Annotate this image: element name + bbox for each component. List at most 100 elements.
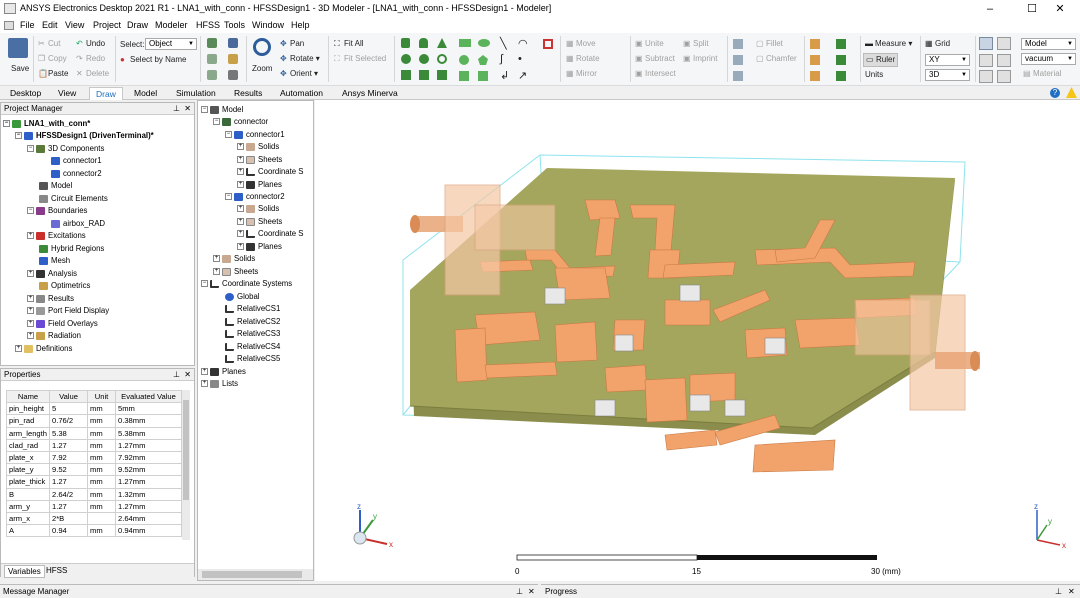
tree-item-solids[interactable]: + Solids xyxy=(213,253,255,265)
property-cell[interactable]: 5.38mm xyxy=(115,426,182,440)
property-cell[interactable]: plate_x xyxy=(6,450,50,465)
tree-item-relativecs1[interactable]: RelativeCS1 xyxy=(225,303,280,315)
unite-button[interactable]: ▣ Unite xyxy=(635,39,664,49)
tab-simulation[interactable]: Simulation xyxy=(170,87,222,100)
save-button[interactable]: Save xyxy=(11,64,29,73)
redo-button[interactable]: ↷ Redo xyxy=(76,54,105,64)
view-iso-icon[interactable] xyxy=(979,70,993,83)
tab-desktop[interactable]: Desktop xyxy=(4,87,47,100)
property-cell[interactable]: A xyxy=(6,524,50,538)
property-cell[interactable]: 7.92mm xyxy=(115,450,182,465)
menu-edit[interactable]: Edit xyxy=(42,20,58,30)
tree-item-boundaries[interactable]: − Boundaries xyxy=(27,205,87,217)
property-cell[interactable]: pin_rad xyxy=(6,414,50,428)
view-top-icon[interactable] xyxy=(997,37,1011,50)
property-cell[interactable]: 0.38mm xyxy=(115,414,182,428)
model-tree-hscrollbar[interactable] xyxy=(198,569,313,580)
menu-tools[interactable]: Tools xyxy=(224,20,245,30)
tree-item-definitions[interactable]: + Definitions xyxy=(15,343,72,355)
3d-model-canvas[interactable]: z x y z x y 0 15 30 (mm) xyxy=(315,100,1080,581)
property-row[interactable]: B 2.64/2 mm 1.32mm xyxy=(6,487,182,501)
grid-plane-combo[interactable]: XY ▼ xyxy=(925,54,970,66)
property-cell[interactable]: 1.27 xyxy=(49,438,88,452)
camera-icon[interactable] xyxy=(228,70,238,80)
property-cell[interactable]: 1.27mm xyxy=(115,438,182,452)
tree-item-coordinate-systems[interactable]: + Coordinate S xyxy=(237,166,304,178)
rectangle-icon[interactable] xyxy=(459,39,471,47)
help-icon[interactable]: ? xyxy=(1050,88,1060,98)
torus-icon[interactable] xyxy=(419,54,429,64)
property-cell[interactable]: arm_x xyxy=(6,511,50,526)
spiral-icon[interactable] xyxy=(437,70,447,80)
property-row[interactable]: plate_thick 1.27 mm 1.27mm xyxy=(6,475,182,489)
property-row[interactable]: A 0.94 mm 0.94mm xyxy=(6,524,182,538)
tree-item-port-field-display[interactable]: + Port Field Display xyxy=(27,305,109,317)
measure-button[interactable]: ▬ Measure ▾ xyxy=(865,39,912,49)
tree-item-project[interactable]: − LNA1_with_conn* xyxy=(3,118,90,130)
property-cell[interactable]: 1.27mm xyxy=(115,499,182,513)
tree-item-coordinate-systems[interactable]: + Coordinate S xyxy=(237,228,304,240)
orient-button[interactable]: ✥ Orient ▾ xyxy=(280,69,318,79)
tab-hfss[interactable]: HFSS xyxy=(43,565,70,576)
property-row[interactable]: arm_y 1.27 mm 1.27mm xyxy=(6,499,182,513)
property-cell[interactable]: 1.27mm xyxy=(115,475,182,489)
tab-results[interactable]: Results xyxy=(228,87,268,100)
plane-icon[interactable]: ↗ xyxy=(518,69,527,82)
paste-button[interactable]: 📋Paste xyxy=(38,69,68,79)
polyline-icon[interactable]: ↲ xyxy=(500,69,509,82)
view-tool-icon[interactable] xyxy=(228,38,238,48)
tree-item-radiation[interactable]: + Radiation xyxy=(27,330,81,342)
property-cell[interactable]: mm xyxy=(87,402,116,416)
point-icon[interactable]: • xyxy=(518,53,522,65)
property-cell[interactable]: 0.94 xyxy=(49,524,88,538)
tree-item-mesh[interactable]: Mesh xyxy=(39,255,70,267)
split-button[interactable]: ▣ Split xyxy=(683,39,709,49)
tree-item-planes-root[interactable]: + Planes xyxy=(201,366,246,378)
menu-draw[interactable]: Draw xyxy=(127,20,148,30)
tree-item-connector1[interactable]: connector1 xyxy=(51,155,102,167)
model-combo[interactable]: Model ▼ xyxy=(1021,38,1076,50)
tree-item-lists[interactable]: + Lists xyxy=(201,378,238,390)
menu-modeler[interactable]: Modeler xyxy=(155,20,188,30)
tree-item-relativecs3[interactable]: RelativeCS3 xyxy=(225,328,280,340)
menu-window[interactable]: Window xyxy=(252,20,284,30)
property-cell[interactable]: mm xyxy=(87,487,116,501)
property-cell[interactable]: arm_length xyxy=(6,426,50,440)
cs-list-icon[interactable] xyxy=(836,71,846,81)
tree-item-planes[interactable]: + Planes xyxy=(237,241,282,253)
view-side-icon[interactable] xyxy=(997,54,1011,67)
select-by-name-button[interactable]: ● Select by Name xyxy=(120,55,186,65)
menu-help[interactable]: Help xyxy=(291,20,310,30)
property-cell[interactable]: 9.52 xyxy=(49,463,88,477)
property-cell[interactable]: plate_thick xyxy=(6,475,50,489)
lamp-icon[interactable] xyxy=(228,54,238,64)
pin-icon[interactable]: ⊥ xyxy=(1055,587,1062,596)
property-row[interactable]: pin_rad 0.76/2 mm 0.38mm xyxy=(6,414,182,428)
fit-all-button[interactable]: ⛶ Fit All xyxy=(334,39,364,49)
property-cell[interactable]: 1.32mm xyxy=(115,487,182,501)
view-back-icon[interactable] xyxy=(997,70,1011,83)
pan-button[interactable]: ✥ Pan xyxy=(280,39,304,49)
3d-viewport[interactable]: z x y z x y 0 15 30 (mm) xyxy=(315,100,1080,581)
menu-file[interactable]: File xyxy=(20,20,35,30)
tree-item-optimetrics[interactable]: Optimetrics xyxy=(39,280,90,292)
close-icon[interactable]: ✕ xyxy=(184,370,191,379)
helix-icon[interactable] xyxy=(437,54,447,64)
properties-scrollbar[interactable] xyxy=(182,390,190,540)
tree-item-sheets[interactable]: + Sheets xyxy=(237,154,282,166)
equation-surface-icon[interactable] xyxy=(478,71,488,81)
sphere-icon[interactable] xyxy=(401,54,411,64)
cone-icon[interactable] xyxy=(437,38,447,48)
property-cell[interactable]: 2.64/2 xyxy=(49,487,88,501)
tab-ansys-minerva[interactable]: Ansys Minerva xyxy=(336,87,404,100)
sweep-icon[interactable] xyxy=(733,39,743,49)
line-icon[interactable]: ╲ xyxy=(500,37,507,50)
tree-item-planes[interactable]: + Planes xyxy=(237,179,282,191)
select-face-icon[interactable] xyxy=(207,54,217,64)
property-cell[interactable]: 9.52mm xyxy=(115,463,182,477)
tree-item-connector1[interactable]: − connector1 xyxy=(225,129,285,141)
property-cell[interactable]: 0.94mm xyxy=(115,524,182,538)
pin-icon[interactable]: ⊥ xyxy=(173,370,180,379)
tree-item-connector[interactable]: − connector xyxy=(213,116,268,128)
imprint-button[interactable]: ▣ Imprint xyxy=(683,54,717,64)
